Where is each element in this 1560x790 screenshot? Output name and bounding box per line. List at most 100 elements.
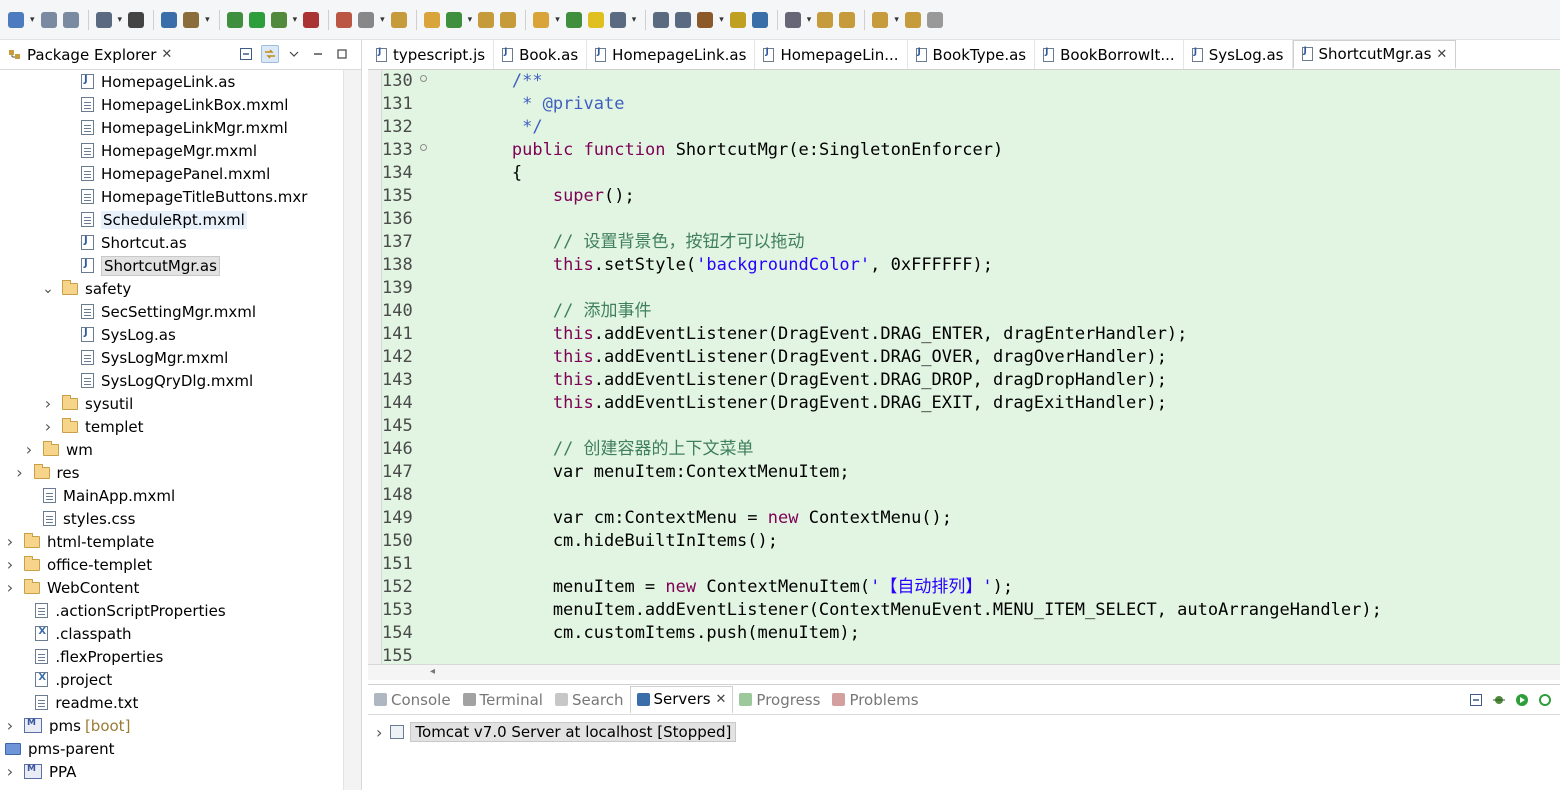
dropdown-arrow-icon[interactable]: ▾: [632, 15, 637, 25]
fold-toggle-icon[interactable]: [420, 144, 427, 151]
dropdown-arrow-icon[interactable]: ▾: [30, 15, 35, 25]
vertical-scrollbar[interactable]: [343, 70, 361, 790]
tree-item[interactable]: HomepageLink.as: [81, 70, 235, 93]
code-line[interactable]: var menuItem:ContextMenuItem;: [430, 461, 850, 484]
lightbulb-icon[interactable]: [564, 9, 584, 31]
tree-item[interactable]: › sysutil: [42, 392, 133, 415]
run-icon[interactable]: [247, 9, 267, 31]
dropdown-arrow-icon[interactable]: ▾: [719, 15, 724, 25]
tree-item[interactable]: › pms[boot]: [4, 714, 131, 737]
new-package-icon[interactable]: [389, 9, 409, 31]
tree-item[interactable]: SysLogMgr.mxml: [81, 346, 228, 369]
bottom-tab[interactable]: Console: [368, 686, 457, 714]
tree-item[interactable]: › res: [14, 461, 79, 484]
dropdown-arrow-icon[interactable]: ▾: [555, 15, 560, 25]
tree-item[interactable]: HomepageLinkMgr.mxml: [81, 116, 288, 139]
new-class-icon[interactable]: [422, 9, 442, 31]
chevron-down-icon[interactable]: ⌄: [42, 281, 54, 297]
show-whitespace-icon[interactable]: [673, 9, 693, 31]
editor-tab[interactable]: HomepageLink.as: [587, 40, 756, 69]
chevron-right-icon[interactable]: ›: [4, 716, 16, 735]
next-annotation-icon[interactable]: [815, 9, 835, 31]
external-tools-icon[interactable]: [356, 9, 376, 31]
run-coverage-icon[interactable]: [301, 9, 321, 31]
dropdown-arrow-icon[interactable]: ▾: [380, 15, 385, 25]
code-editor[interactable]: 130 131 132 133 134 135 136 137 138 139 140 141 142 1…: [368, 70, 1560, 664]
code-line[interactable]: this.addEventListener(DragEvent.DRAG_DRO…: [430, 369, 1167, 392]
scroll-left-icon[interactable]: ◂: [430, 666, 435, 677]
tree-item[interactable]: HomepagePanel.mxml: [81, 162, 270, 185]
collapse-icon[interactable]: [1467, 691, 1485, 709]
save-icon[interactable]: [39, 9, 59, 31]
editor-tab[interactable]: Book.as: [494, 40, 588, 69]
plugin-icon[interactable]: [695, 9, 715, 31]
chevron-right-icon[interactable]: ›: [376, 723, 382, 742]
open-type-icon[interactable]: [476, 9, 496, 31]
bottom-tab[interactable]: Terminal: [457, 686, 549, 714]
build-icon[interactable]: [498, 9, 518, 31]
dropdown-arrow-icon[interactable]: ▾: [205, 15, 210, 25]
toggle-mark-icon[interactable]: [608, 9, 628, 31]
tree-item[interactable]: › WebContent: [4, 576, 140, 599]
code-line[interactable]: cm.hideBuiltInItems();: [430, 530, 778, 553]
bottom-tab[interactable]: Servers ✕: [629, 685, 734, 714]
last-edit-icon[interactable]: [870, 9, 890, 31]
dropdown-arrow-icon[interactable]: ▾: [807, 15, 812, 25]
bottom-tab[interactable]: Problems: [826, 686, 924, 714]
horizontal-scrollbar[interactable]: ◂: [368, 664, 1560, 680]
code-line[interactable]: {: [430, 162, 522, 185]
fold-toggle-icon[interactable]: [420, 75, 427, 82]
open-folder-icon[interactable]: [531, 9, 551, 31]
tree-item[interactable]: .flexProperties: [35, 645, 163, 668]
tree-item[interactable]: › office-templet: [4, 553, 152, 576]
tree-item[interactable]: › html-template: [4, 530, 155, 553]
package-explorer-tab[interactable]: Package Explorer ✕: [0, 40, 361, 70]
close-icon[interactable]: ✕: [161, 47, 172, 62]
chevron-right-icon[interactable]: ›: [4, 762, 16, 781]
skip-breakpoints-icon[interactable]: [181, 9, 201, 31]
bottom-tab[interactable]: Progress: [733, 686, 826, 714]
chevron-right-icon[interactable]: ›: [14, 463, 26, 482]
chevron-right-icon[interactable]: ›: [4, 532, 16, 551]
code-line[interactable]: /**: [430, 70, 543, 93]
code-line[interactable]: cm.customItems.push(menuItem);: [430, 622, 860, 645]
code-line[interactable]: super();: [430, 185, 635, 208]
stop-icon[interactable]: [334, 9, 354, 31]
refresh-icon[interactable]: [444, 9, 464, 31]
code-line[interactable]: this.setStyle('backgroundColor', 0xFFFFF…: [430, 254, 993, 277]
code-text[interactable]: /** * @private */ public function Shortc…: [430, 70, 1560, 664]
code-line[interactable]: this.addEventListener(DragEvent.DRAG_OVE…: [430, 346, 1167, 369]
tree-item[interactable]: › wm: [23, 438, 93, 461]
editor-tab[interactable]: BookType.as: [908, 40, 1036, 69]
code-line[interactable]: */: [430, 116, 542, 139]
dropdown-arrow-icon[interactable]: ▾: [118, 15, 123, 25]
code-line[interactable]: public function ShortcutMgr(e:SingletonE…: [430, 139, 1003, 162]
chevron-right-icon[interactable]: ›: [42, 394, 54, 413]
editor-tab[interactable]: typescript.js: [368, 40, 495, 69]
view-menu-icon[interactable]: [285, 45, 303, 63]
tree-item[interactable]: .project: [35, 668, 112, 691]
debug-server-icon[interactable]: [1490, 691, 1508, 709]
tree-item[interactable]: styles.css: [43, 507, 135, 530]
tree-item[interactable]: › PPA: [4, 760, 77, 783]
tree-item[interactable]: .classpath: [35, 622, 132, 645]
code-line[interactable]: menuItem = new ContextMenuItem('【自动排列】')…: [430, 576, 1013, 599]
tree-item[interactable]: ⌄ safety: [42, 277, 131, 300]
profile-icon[interactable]: [126, 9, 146, 31]
tree-item[interactable]: SecSettingMgr.mxml: [81, 300, 256, 323]
close-icon[interactable]: ✕: [1436, 47, 1447, 62]
tree-item[interactable]: HomepageLinkBox.mxml: [81, 93, 288, 116]
chevron-right-icon[interactable]: ›: [4, 555, 16, 574]
tree-item[interactable]: SysLog.as: [81, 323, 176, 346]
tree-item[interactable]: ScheduleRpt.mxml: [81, 208, 247, 231]
bottom-tab[interactable]: Search: [549, 686, 630, 714]
editor-tab[interactable]: BookBorrowIt...: [1035, 40, 1184, 69]
profile-server-icon[interactable]: [1536, 691, 1554, 709]
globe-icon[interactable]: [750, 9, 770, 31]
code-line[interactable]: this.addEventListener(DragEvent.DRAG_ENT…: [430, 323, 1188, 346]
chevron-right-icon[interactable]: ›: [42, 417, 54, 436]
maximize-icon[interactable]: [333, 45, 351, 63]
dropdown-arrow-icon[interactable]: ▾: [894, 15, 899, 25]
tree-item[interactable]: Shortcut.as: [81, 231, 187, 254]
chevron-right-icon[interactable]: ›: [4, 578, 16, 597]
